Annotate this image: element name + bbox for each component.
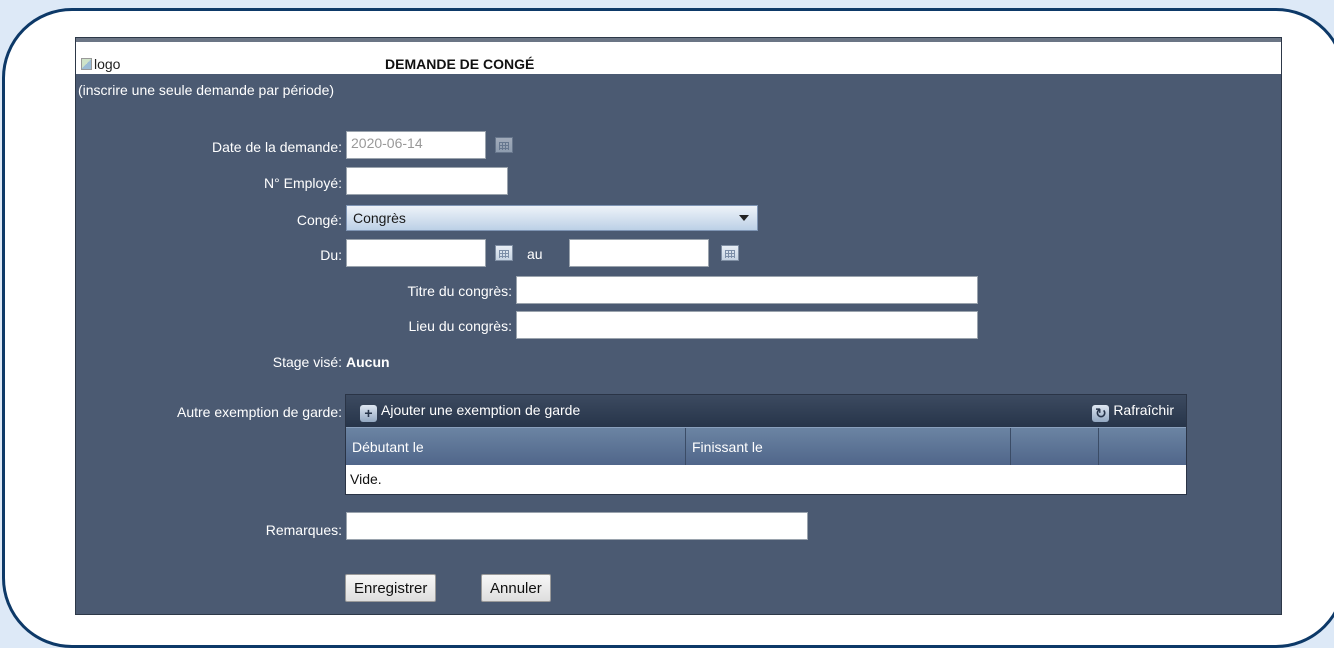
conge-select[interactable]: Congrès [346, 205, 758, 231]
column-header-end[interactable]: Finissant le [686, 428, 1011, 465]
stage-label: Stage visé: [272, 354, 342, 370]
calendar-icon[interactable] [495, 137, 513, 153]
conge-label: Congé: [296, 212, 342, 228]
remarques-label: Remarques: [265, 522, 342, 538]
logo-image: logo [81, 56, 120, 72]
column-header-start[interactable]: Débutant le [346, 428, 686, 465]
add-exemption-label: Ajouter une exemption de garde [381, 402, 581, 418]
exemption-label: Autre exemption de garde: [177, 404, 342, 420]
employee-label: N° Employé: [264, 175, 342, 191]
header-bar: logo DEMANDE DE CONGÉ [76, 42, 1281, 74]
chevron-down-icon [739, 215, 749, 221]
grid-header: Débutant le Finissant le [346, 427, 1186, 465]
refresh-button[interactable]: ↻ Rafraîchir [1092, 402, 1174, 422]
lieu-field[interactable] [516, 311, 978, 339]
grid-toolbar: + Ajouter une exemption de garde ↻ Rafraîc… [346, 395, 1186, 427]
column-header-action-2 [1099, 428, 1186, 465]
calendar-icon[interactable] [495, 245, 513, 261]
employee-field[interactable] [346, 167, 508, 195]
page-title: DEMANDE DE CONGÉ [385, 56, 535, 72]
refresh-label: Rafraîchir [1113, 402, 1174, 418]
exemption-grid: + Ajouter une exemption de garde ↻ Rafraîc… [345, 394, 1187, 495]
du-field[interactable] [346, 239, 486, 267]
au-field[interactable] [569, 239, 709, 267]
refresh-icon: ↻ [1092, 405, 1110, 422]
remarques-field[interactable] [346, 512, 808, 540]
calendar-icon[interactable] [721, 245, 739, 261]
broken-image-icon [81, 58, 92, 70]
au-label: au [527, 246, 543, 262]
column-header-action-1 [1011, 428, 1099, 465]
page-subtitle: (inscrire une seule demande par période) [78, 82, 335, 98]
date-field[interactable]: 2020-06-14 [346, 131, 486, 159]
cancel-button[interactable]: Annuler [481, 574, 551, 602]
conge-selected-value: Congrès [353, 210, 406, 226]
titre-field[interactable] [516, 276, 978, 304]
date-label: Date de la demande: [212, 139, 342, 155]
leave-request-panel: logo DEMANDE DE CONGÉ (inscrire une seul… [75, 37, 1282, 615]
titre-label: Titre du congrès: [407, 283, 512, 299]
save-button[interactable]: Enregistrer [345, 574, 437, 602]
plus-icon: + [360, 405, 377, 422]
grid-empty-message: Vide. [346, 465, 1186, 494]
logo-alt-text: logo [94, 56, 121, 72]
lieu-label: Lieu du congrès: [408, 318, 512, 334]
add-exemption-button[interactable]: + Ajouter une exemption de garde [360, 402, 580, 422]
stage-value: Aucun [346, 354, 390, 370]
du-label: Du: [320, 247, 342, 263]
